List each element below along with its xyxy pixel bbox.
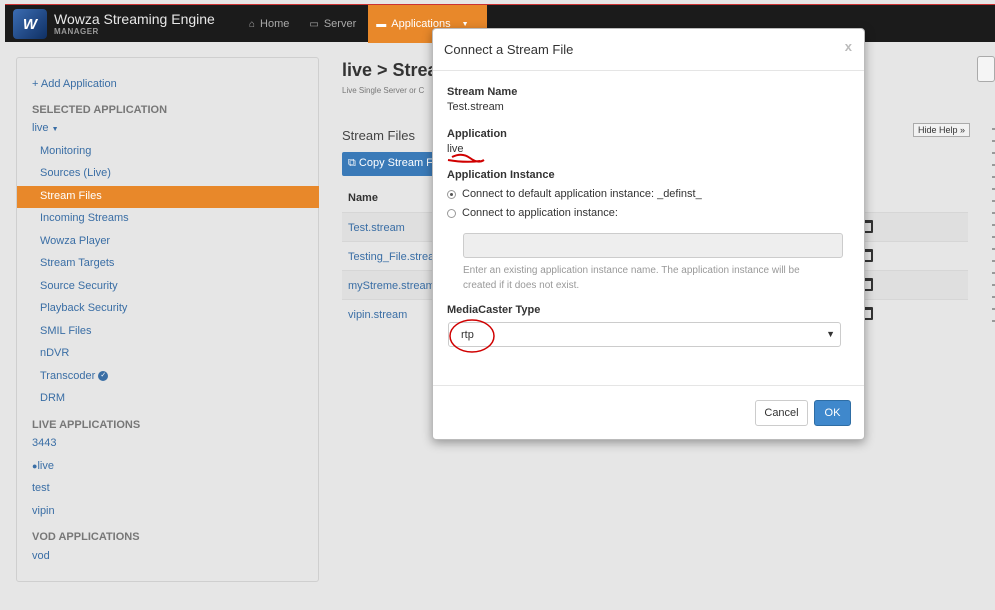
application-instance-label: Application Instance xyxy=(447,169,555,181)
ok-button[interactable]: OK xyxy=(814,400,851,426)
radio-custom-label: Connect to application instance: xyxy=(462,207,618,219)
caret-down-icon: ▼ xyxy=(826,329,835,339)
modal-footer: Cancel OK xyxy=(433,385,864,440)
modal-title: Connect a Stream File xyxy=(444,42,574,57)
application-label: Application xyxy=(447,128,507,140)
application-value: live xyxy=(447,143,464,155)
radio-default-instance[interactable]: Connect to default application instance:… xyxy=(447,188,702,200)
radio-custom-button[interactable] xyxy=(447,208,456,218)
connect-stream-file-dialog: Connect a Stream File x Stream Name Test… xyxy=(432,28,865,440)
cancel-button[interactable]: Cancel xyxy=(755,400,808,426)
radio-default-label: Connect to default application instance:… xyxy=(462,188,702,200)
radio-default-button[interactable] xyxy=(447,189,456,199)
radio-custom-instance[interactable]: Connect to application instance: xyxy=(447,207,618,219)
instance-hint: Enter an existing application instance n… xyxy=(463,265,800,291)
close-icon[interactable]: x xyxy=(845,39,852,54)
stream-name-label: Stream Name xyxy=(447,86,518,98)
modal-header: Connect a Stream File x xyxy=(433,29,864,71)
mediacaster-type-value: rtp xyxy=(461,329,474,341)
application-instance-input[interactable] xyxy=(463,233,843,258)
mediacaster-type-select[interactable]: rtp ▼ xyxy=(448,322,841,347)
stream-name-value: Test.stream xyxy=(447,101,504,113)
mediacaster-type-label: MediaCaster Type xyxy=(447,304,541,316)
